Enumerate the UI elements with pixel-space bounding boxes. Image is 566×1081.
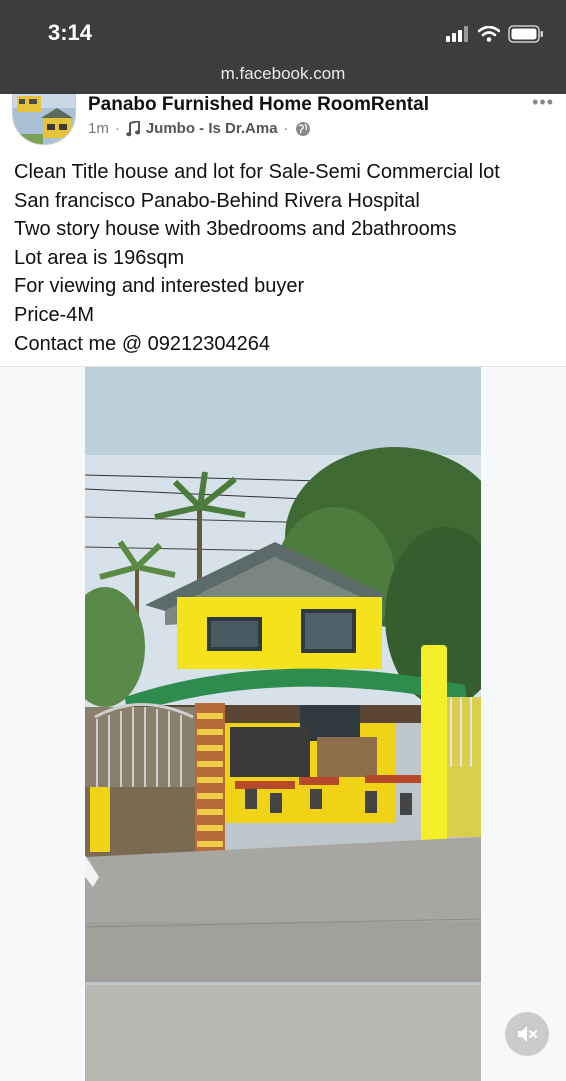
post-line: Clean Title house and lot for Sale-Semi … [14,161,500,183]
meta-separator: · [114,120,120,137]
clock: 3:14 [48,20,93,45]
status-bar: 3:14 m.facebook.com [0,0,566,94]
system-icons [446,24,544,44]
house-photo [85,367,481,1081]
post-line: Lot area is 196sqm [14,246,185,269]
post-header: Panabo Furnished Home RoomRental ••• 1m … [0,92,566,150]
page-avatar[interactable] [12,94,76,145]
music-note-icon [126,120,140,136]
post-age[interactable]: 1m [88,120,109,137]
song-link[interactable]: Jumbo - Is Dr.Ama [146,120,278,137]
post-line: Two story house with 3bedrooms and 2bath… [14,218,457,241]
post-line: Price-4M [14,303,95,326]
wifi-icon [478,26,500,42]
mute-button[interactable] [505,1012,549,1056]
post-video[interactable] [85,367,481,1081]
page-name-link[interactable]: Panabo Furnished Home RoomRental [88,94,429,116]
post-line: Contact me @ 09212304264 [14,332,271,355]
post-meta: 1m · Jumbo - Is Dr.Ama · [88,120,311,137]
post-media-frame [0,366,566,1081]
post-line: San francisco Panabo-Behind Rivera Hospi… [14,189,420,212]
post-body-text: Clean Title house and lot for Sale-Semi … [14,158,554,358]
cellular-signal-icon [446,26,468,42]
more-dots-icon[interactable]: ••• [532,92,554,113]
post-line: For viewing and interested buyer [14,275,305,298]
battery-icon [508,25,543,43]
globe-icon [295,121,310,136]
address-bar-url[interactable]: m.facebook.com [0,64,566,84]
meta-separator-2: · [283,120,289,137]
muted-speaker-icon [518,1026,537,1042]
